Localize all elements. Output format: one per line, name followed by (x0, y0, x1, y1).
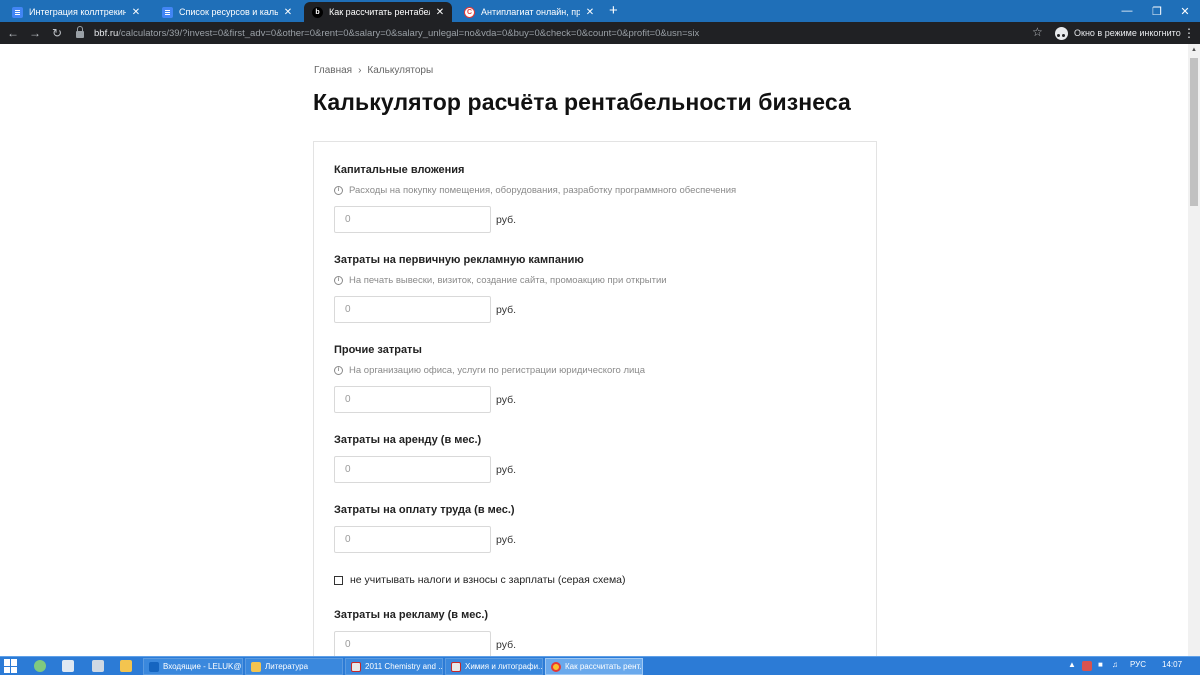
info-icon: i (334, 186, 343, 195)
windows-taskbar: Входящие - LELUK@... Литература 2011 Che… (0, 656, 1200, 675)
windows-start-icon[interactable] (4, 659, 18, 673)
tab-label: Интеграция коллтрекинга и скв (29, 7, 126, 17)
tab-label: Антиплагиат онлайн, проверка (481, 7, 580, 17)
maximize-icon[interactable]: ❐ (1142, 0, 1172, 22)
vda-label: Затраты на рекламу (в мес.) (334, 609, 489, 621)
clock[interactable]: 14:07 (1162, 660, 1182, 669)
other-unit: руб. (496, 394, 517, 406)
browser-toolbar: ← → ↻ bbf.ru/calculators/39/?invest=0&fi… (0, 22, 1200, 44)
back-arrow-icon[interactable]: ← (4, 24, 22, 42)
reload-icon[interactable]: ↻ (48, 24, 66, 42)
media-quicklaunch-icon[interactable] (92, 660, 104, 672)
other-input[interactable] (334, 386, 491, 413)
close-icon[interactable]: ✕ (584, 7, 596, 18)
first-adv-hint: i На печать вывески, визиток, создание с… (334, 275, 667, 286)
explorer-quicklaunch-icon[interactable] (62, 660, 74, 672)
forward-arrow-icon[interactable]: → (26, 24, 44, 42)
browser-menu-icon[interactable]: ⋮ (1183, 26, 1195, 40)
lock-icon (76, 25, 84, 38)
vda-input[interactable] (334, 631, 491, 656)
folder-quicklaunch-icon[interactable] (120, 660, 132, 672)
salary-label: Затраты на оплату труда (в мес.) (334, 504, 515, 516)
salary-input[interactable] (334, 526, 491, 553)
pdf-icon (351, 661, 361, 672)
address-bar[interactable]: bbf.ru/calculators/39/?invest=0&first_ad… (68, 24, 1048, 42)
browser-tab-2[interactable]: Список ресурсов и калькулятор ✕ (154, 2, 300, 22)
browser-quicklaunch-icon[interactable] (34, 660, 46, 672)
docs-icon (12, 6, 23, 18)
info-icon: i (334, 366, 343, 375)
window-close-icon[interactable]: ✕ (1170, 0, 1200, 22)
browser-tab-1[interactable]: Интеграция коллтрекинга и скв ✕ (4, 2, 148, 22)
incognito-icon (1055, 26, 1068, 40)
page-scrollbar[interactable]: ▲ (1188, 44, 1200, 656)
salary-unit: руб. (496, 534, 517, 546)
browser-tab-3-active[interactable]: b Как рассчитать рентабельность ✕ (304, 2, 452, 22)
tray-expand-icon[interactable]: ▲ (1068, 660, 1076, 669)
invest-hint: i Расходы на покупку помещения, оборудов… (334, 185, 736, 196)
new-tab-button[interactable]: + (609, 3, 618, 19)
minimize-icon[interactable]: — (1112, 0, 1142, 22)
tab-label: Список ресурсов и калькулятор (179, 7, 278, 17)
network-icon[interactable]: ■ (1098, 660, 1103, 669)
bbf-icon: b (312, 6, 323, 18)
scrollbar-thumb[interactable] (1190, 58, 1198, 206)
docs-icon (162, 6, 173, 18)
salary-unlegal-label: не учитывать налоги и взносы с зарплаты … (350, 574, 626, 586)
rent-input[interactable] (334, 456, 491, 483)
first-adv-label: Затраты на первичную рекламную кампанию (334, 254, 584, 266)
scroll-up-icon[interactable]: ▲ (1188, 44, 1200, 56)
volume-icon[interactable]: ♫ (1112, 660, 1118, 669)
tab-label: Как рассчитать рентабельность (329, 7, 430, 17)
first-adv-input[interactable] (334, 296, 491, 323)
outlook-icon (149, 661, 159, 672)
incognito-indicator[interactable]: Окно в режиме инкогнито (1055, 25, 1181, 41)
first-adv-unit: руб. (496, 304, 517, 316)
vda-unit: руб. (496, 639, 517, 651)
chevron-right-icon: › (358, 65, 362, 76)
info-icon: i (334, 276, 343, 285)
salary-unlegal-checkbox[interactable] (334, 575, 343, 585)
salary-unlegal-checkbox-row[interactable]: не учитывать налоги и взносы с зарплаты … (334, 574, 626, 586)
url-text: bbf.ru/calculators/39/?invest=0&first_ad… (94, 27, 700, 39)
rent-unit: руб. (496, 464, 517, 476)
taskbar-item-chrome[interactable]: Как рассчитать рент... (545, 658, 643, 675)
invest-input[interactable] (334, 206, 491, 233)
tray-notification-icon[interactable] (1082, 661, 1092, 671)
bookmark-star-icon[interactable]: ☆ (1032, 25, 1043, 39)
incognito-label: Окно в режиме инкогнито (1074, 28, 1181, 38)
calculator-form: Капитальные вложения i Расходы на покупк… (313, 141, 877, 656)
close-icon[interactable]: ✕ (434, 7, 446, 18)
other-label: Прочие затраты (334, 344, 422, 356)
close-icon[interactable]: ✕ (282, 7, 294, 18)
taskbar-item-pdf-1[interactable]: 2011 Chemistry and ... (345, 658, 443, 675)
taskbar-item-outlook[interactable]: Входящие - LELUK@... (143, 658, 243, 675)
browser-tab-strip: Интеграция коллтрекинга и скв ✕ Список р… (0, 0, 1200, 22)
breadcrumb: Главная › Калькуляторы (314, 65, 433, 76)
pdf-icon (451, 661, 461, 672)
invest-unit: руб. (496, 214, 517, 226)
taskbar-item-folder[interactable]: Литература (245, 658, 343, 675)
rent-label: Затраты на аренду (в мес.) (334, 434, 482, 446)
taskbar-item-pdf-2[interactable]: Химия и литографи... (445, 658, 543, 675)
close-icon[interactable]: ✕ (130, 7, 142, 18)
language-indicator[interactable]: РУС (1130, 660, 1146, 669)
folder-icon (251, 661, 261, 672)
breadcrumb-calculators-link[interactable]: Калькуляторы (367, 65, 433, 76)
browser-tab-4[interactable]: C Антиплагиат онлайн, проверка ✕ (456, 2, 602, 22)
other-hint: i На организацию офиса, услуги по регист… (334, 365, 645, 376)
antiplagiat-icon: C (464, 6, 475, 18)
chrome-icon (551, 661, 561, 672)
breadcrumb-home-link[interactable]: Главная (314, 65, 352, 76)
page-viewport: Главная › Калькуляторы Калькулятор расчё… (0, 44, 1188, 656)
invest-label: Капитальные вложения (334, 164, 465, 176)
page-title: Калькулятор расчёта рентабельности бизне… (313, 89, 851, 115)
